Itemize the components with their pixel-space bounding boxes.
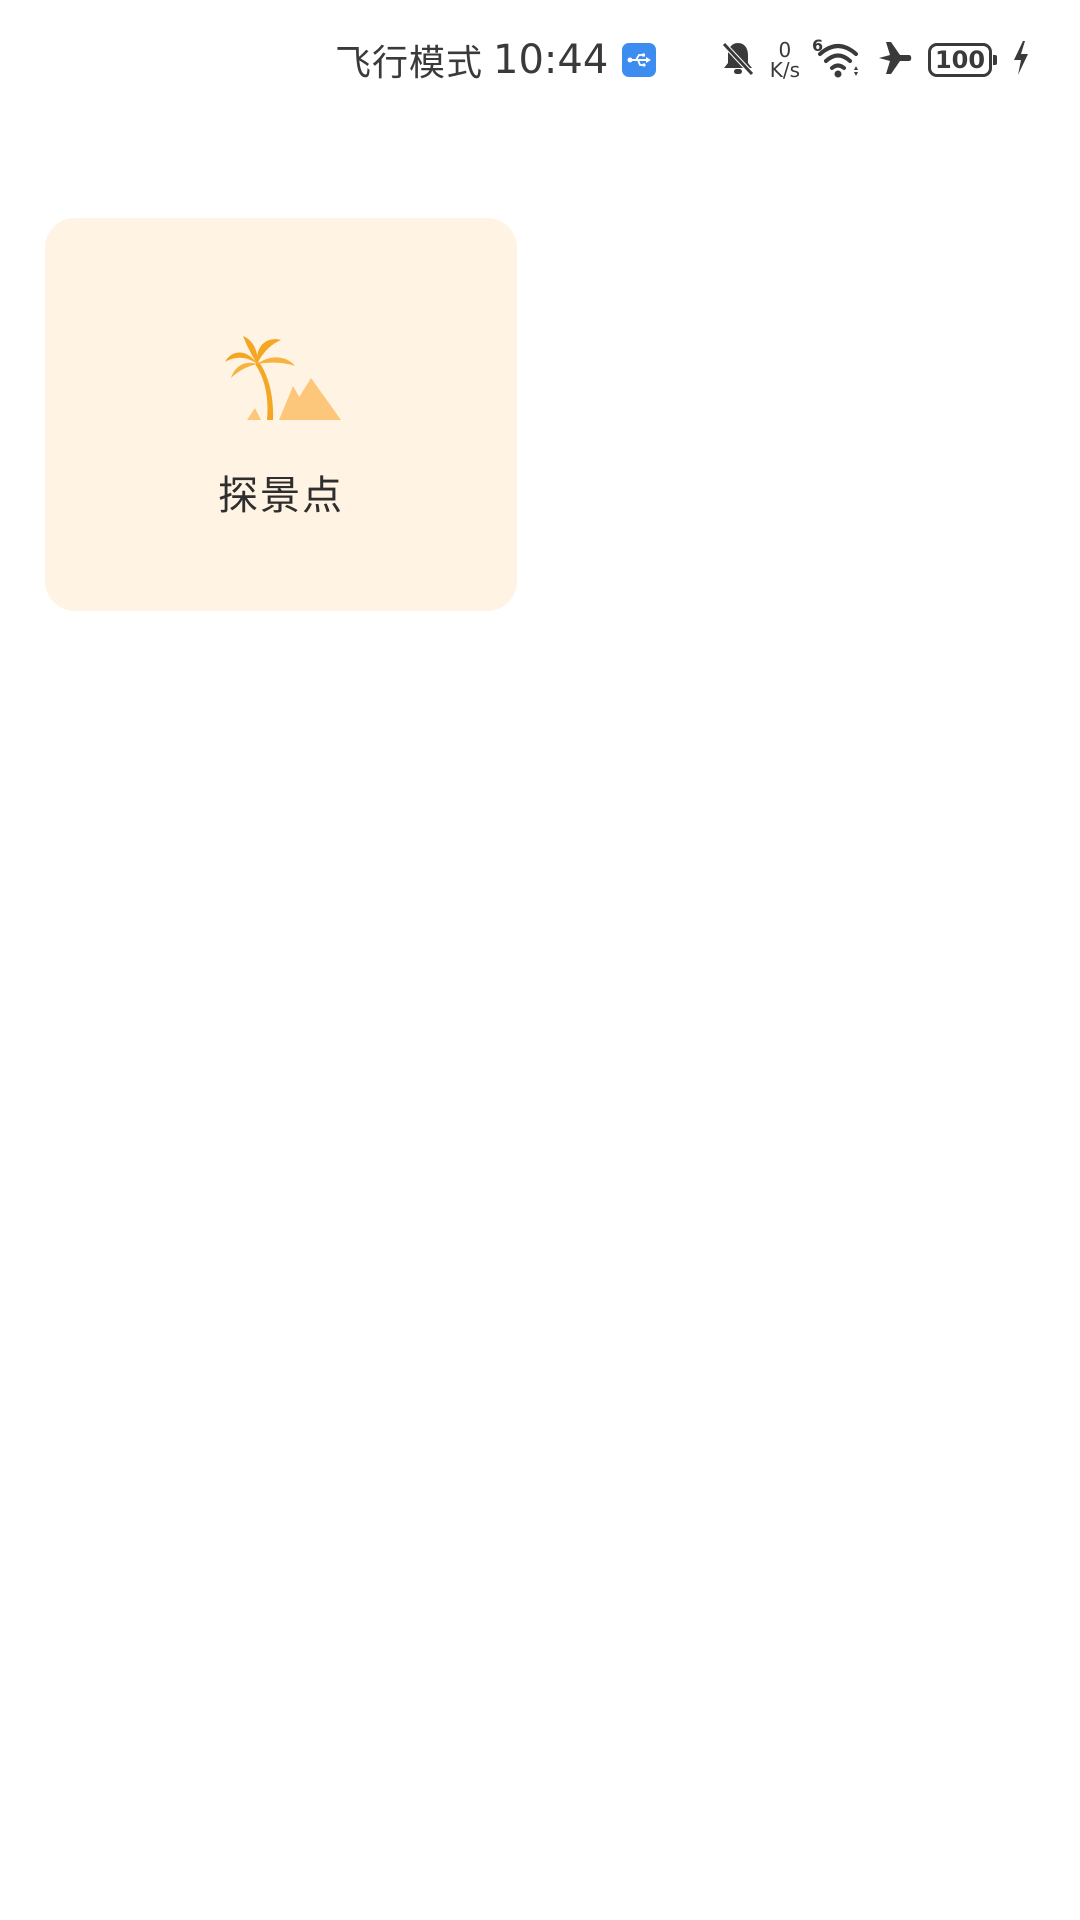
status-bar: 飞行模式 10:44 0 K/s 6 100	[0, 0, 1080, 120]
explore-spots-card[interactable]: 探景点	[45, 218, 517, 611]
network-speed: 0 K/s	[770, 40, 800, 80]
wifi-icon: 6	[812, 36, 862, 80]
airplane-mode-text: 飞行模式	[335, 43, 484, 84]
charging-icon	[1012, 40, 1030, 80]
status-right: 0 K/s 6 100	[720, 32, 1030, 88]
bell-muted-icon	[720, 39, 756, 81]
airplane-icon	[876, 39, 914, 81]
usb-icon	[622, 43, 657, 77]
clock: 10:44	[493, 37, 609, 83]
speed-unit: K/s	[769, 58, 800, 82]
battery-level: 100	[934, 46, 986, 74]
speed-value: 0	[778, 38, 792, 62]
palm-tree-icon	[223, 328, 343, 428]
status-left: 飞行模式 10:44	[335, 32, 657, 88]
card-label: 探景点	[218, 473, 344, 519]
battery-icon: 100	[928, 43, 997, 77]
